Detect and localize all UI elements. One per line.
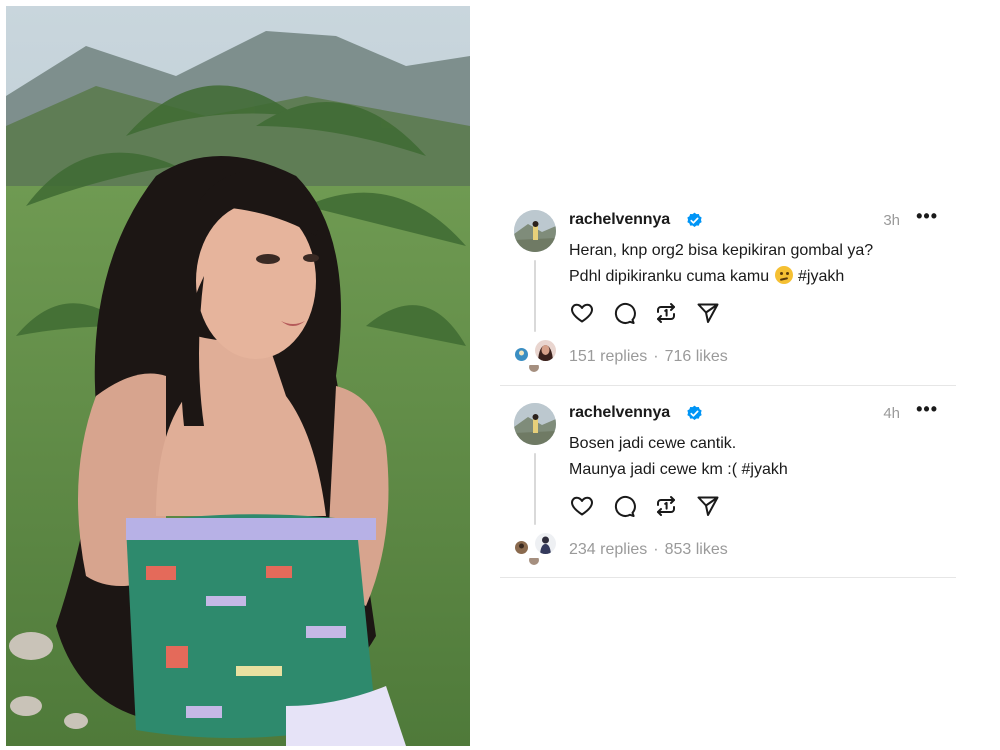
post-time: 3h: [883, 212, 900, 229]
avatar: [514, 540, 529, 555]
username[interactable]: rachelvennyа: [569, 404, 670, 422]
repost-button[interactable]: [653, 300, 679, 326]
comment-button[interactable]: [611, 300, 637, 326]
post-divider: [500, 577, 956, 578]
thread-line: [534, 260, 536, 332]
post-text-line: Bosen jadi cewe cantik.: [569, 435, 737, 452]
post-stats: 234 replies · 853 likes: [569, 541, 728, 559]
like-button[interactable]: [569, 493, 595, 519]
post-text-line: Pdhl dipikiranku cuma kamu #jyakh: [569, 264, 949, 290]
repost-button[interactable]: [653, 493, 679, 519]
post-stats: 151 replies · 716 likes: [569, 348, 728, 366]
heart-icon: [571, 303, 593, 323]
avatar: [534, 532, 557, 555]
hashtag-link[interactable]: #jyakh: [798, 268, 844, 285]
post-time: 4h: [883, 405, 900, 422]
send-icon: [697, 303, 719, 323]
post-text-segment: Pdhl dipikiranku cuma kamu: [569, 268, 770, 285]
share-button[interactable]: [695, 493, 721, 519]
post-divider: [500, 385, 956, 386]
likes-count[interactable]: 853 likes: [665, 541, 728, 558]
face-with-raised-eyebrow-emoji: [774, 266, 793, 284]
avatar[interactable]: [514, 210, 556, 252]
avatar: [514, 347, 529, 362]
more-options-button[interactable]: •••: [916, 399, 938, 420]
comment-bubble-icon: [614, 303, 636, 324]
replies-count[interactable]: 151 replies: [569, 348, 647, 365]
avatar: [534, 339, 557, 362]
username[interactable]: rachelvennyа: [569, 211, 670, 229]
thread-line: [534, 453, 536, 525]
verified-badge-icon: [687, 212, 702, 227]
share-button[interactable]: [695, 300, 721, 326]
replies-count[interactable]: 234 replies: [569, 541, 647, 558]
more-options-button[interactable]: •••: [916, 206, 938, 227]
woman-portrait-image: [6, 6, 470, 746]
repost-icon: [657, 496, 675, 516]
post-text-line: Maunya jadi cewe km :( #jyakh: [569, 461, 788, 478]
reply-avatars: [514, 532, 558, 568]
post-text-line: Heran, knp org2 bisa kepikiran gombal ya…: [569, 242, 874, 259]
post-text: Heran, knp org2 bisa kepikiran gombal ya…: [569, 238, 949, 290]
post-photo: [6, 6, 470, 746]
verified-badge-icon: [687, 405, 702, 420]
reply-avatars: [514, 339, 558, 375]
repost-icon: [657, 303, 675, 323]
heart-icon: [571, 496, 593, 516]
separator: ·: [653, 541, 659, 558]
post-text: Bosen jadi cewe cantik. Maunya jadi cewe…: [569, 431, 949, 483]
send-icon: [697, 496, 719, 516]
avatar: [528, 554, 540, 566]
comment-bubble-icon: [614, 496, 636, 517]
likes-count[interactable]: 716 likes: [665, 348, 728, 365]
avatar[interactable]: [514, 403, 556, 445]
like-button[interactable]: [569, 300, 595, 326]
comment-button[interactable]: [611, 493, 637, 519]
separator: ·: [653, 348, 659, 365]
avatar: [528, 361, 540, 373]
